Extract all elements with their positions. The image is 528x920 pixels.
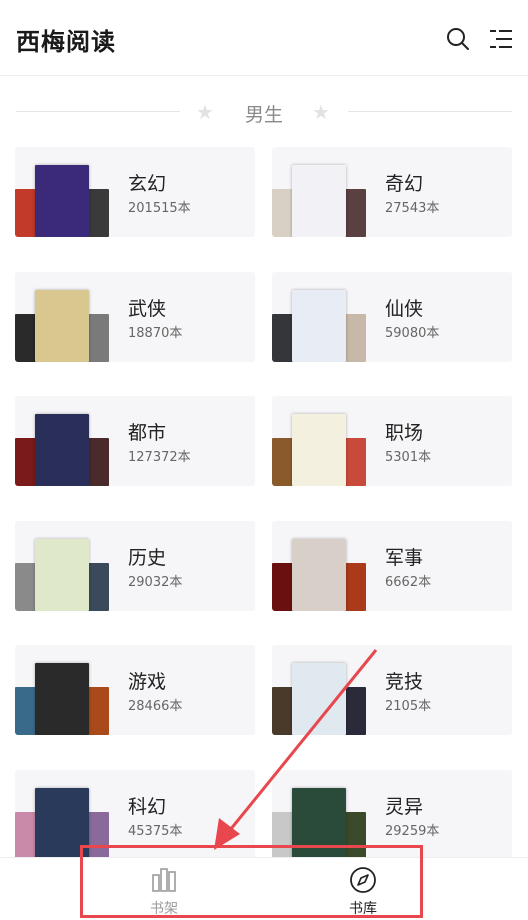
category-count: 29032本 [128,574,183,590]
book-cover-image [35,165,89,237]
book-covers [272,165,368,237]
book-covers [15,538,111,611]
category-count: 28466本 [128,699,183,715]
app-title: 西梅阅读 [16,27,116,56]
book-cover-image [35,289,89,362]
category-card[interactable]: 游戏 28466本 [15,645,255,736]
book-cover-image [344,189,366,237]
category-name: 竞技 [385,671,424,694]
category-name: 军事 [385,546,424,569]
book-cover-image [15,438,37,487]
category-count: 6662本 [385,574,432,590]
category-name: 都市 [128,422,167,445]
book-cover-image [292,289,346,362]
book-cover-image [344,313,366,362]
book-cover-image [87,189,109,237]
category-name: 奇幻 [385,173,424,195]
book-cover-image [87,562,109,611]
book-cover-image [15,189,37,237]
book-cover-image [272,313,294,362]
category-count: 201515本 [128,201,191,216]
book-cover-image [272,189,294,237]
book-covers [15,165,111,237]
category-card[interactable]: 仙侠 59080本 [272,271,512,362]
book-cover-image [35,414,89,487]
book-covers [15,414,111,487]
book-cover-image [292,538,346,611]
book-covers [272,538,368,611]
category-card[interactable]: 奇幻 27543本 [272,147,512,237]
book-cover-image [35,663,89,736]
category-name: 灵异 [385,796,424,818]
book-covers [15,289,111,362]
section-header: ★ ★ 男生 [0,96,528,128]
category-card[interactable]: 历史 29032本 [15,520,255,611]
book-cover-image [15,313,37,362]
section-title: 男生 [244,104,283,126]
category-count: 29259本 [385,824,440,839]
category-count: 45375本 [128,824,183,839]
book-cover-image [87,438,109,487]
book-cover-image [292,663,346,736]
category-card[interactable]: 职场 5301本 [272,396,512,487]
book-cover-image [344,687,366,736]
category-name: 玄幻 [128,173,167,195]
category-count: 18870本 [128,325,183,341]
search-icon[interactable] [445,26,471,52]
category-card[interactable]: 玄幻 201515本 [15,147,255,237]
category-card[interactable]: 军事 6662本 [272,520,512,611]
top-bar: 西梅阅读 [0,0,528,76]
menu-list-icon[interactable] [488,26,514,52]
category-count: 127372本 [128,450,191,466]
book-cover-image [272,687,294,736]
book-cover-image [35,538,89,611]
category-count: 59080本 [385,325,440,341]
category-name: 职场 [385,422,424,445]
category-card[interactable]: 都市 127372本 [15,396,255,487]
category-name: 历史 [128,546,167,569]
category-count: 2105本 [385,699,432,715]
book-cover-image [272,438,294,487]
book-covers [272,663,368,736]
book-cover-image [344,438,366,487]
book-cover-image [292,414,346,487]
category-name: 科幻 [128,796,167,818]
book-cover-image [87,313,109,362]
category-count: 5301本 [385,450,432,466]
category-name: 仙侠 [385,297,424,320]
book-cover-image [15,812,37,860]
book-cover-image [15,562,37,611]
book-covers [272,289,368,362]
book-cover-image [344,562,366,611]
annotation-highlight-box [80,845,423,918]
book-cover-image [15,687,37,736]
category-card[interactable]: 竞技 2105本 [272,645,512,736]
book-covers [15,663,111,736]
category-name: 游戏 [128,671,167,694]
category-count: 27543本 [385,201,440,216]
book-cover-image [292,165,346,237]
category-name: 武侠 [128,297,167,320]
book-cover-image [272,562,294,611]
book-covers [272,414,368,487]
category-card[interactable]: 武侠 18870本 [15,271,255,362]
book-cover-image [87,687,109,736]
